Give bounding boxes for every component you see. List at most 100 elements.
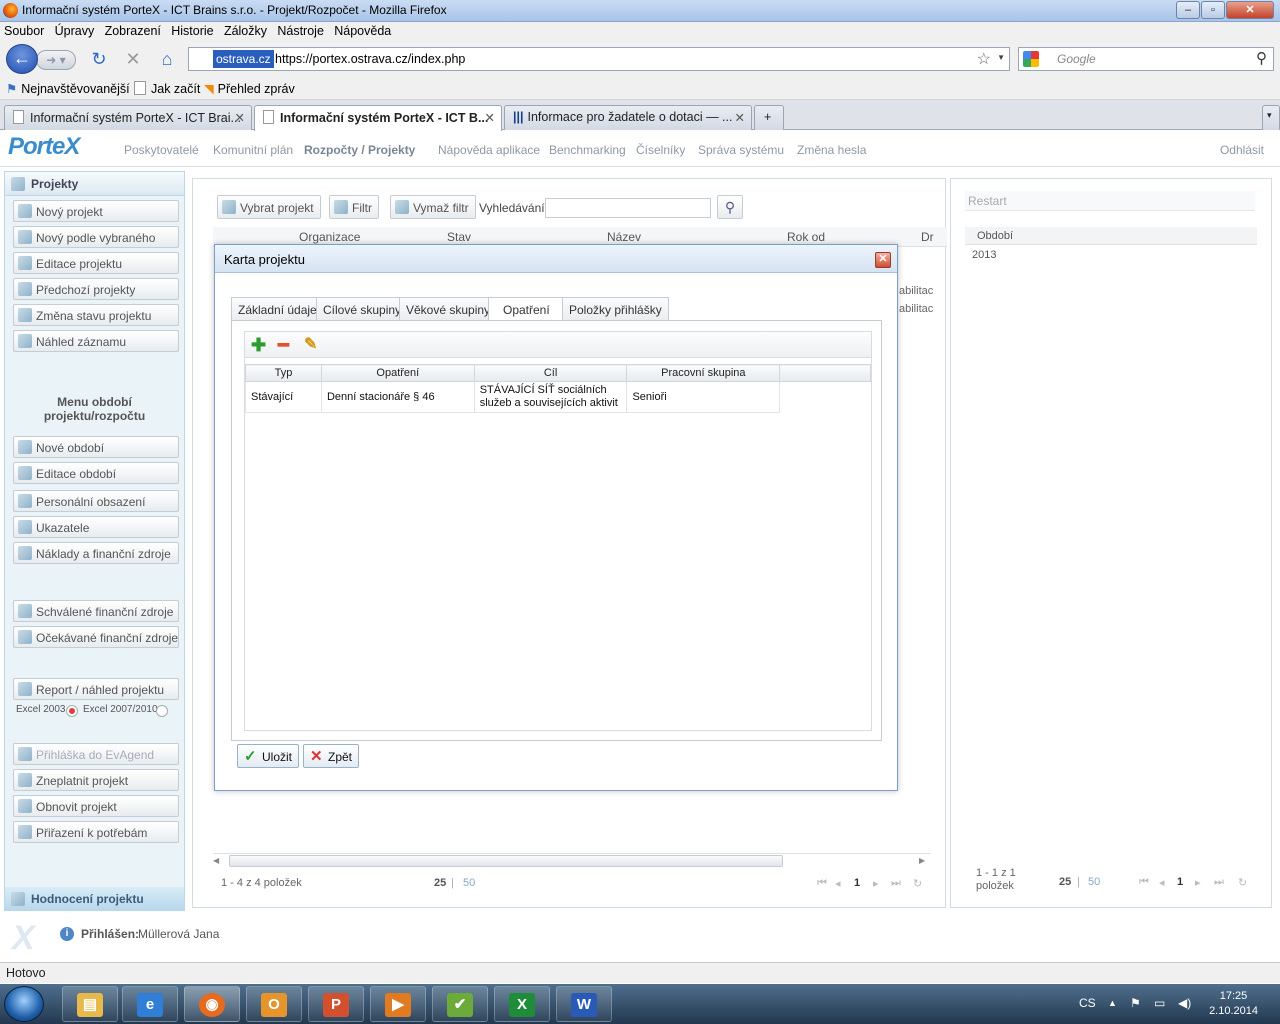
scroll-right-icon[interactable]: ▶ [919, 856, 925, 865]
url-text[interactable]: https://portex.ostrava.cz/index.php [275, 52, 465, 66]
restore-project-button[interactable]: Obnovit projekt [13, 795, 179, 817]
search-icon[interactable]: ⚲ [1256, 49, 1267, 67]
scrollbar-thumb[interactable] [229, 855, 783, 867]
excel-2003-radio[interactable] [66, 705, 78, 717]
back-button[interactable]: ✕ Zpět [303, 744, 360, 768]
tab-target-groups[interactable]: Cílové skupiny [316, 297, 409, 321]
site-identity[interactable]: ostrava.cz [213, 50, 274, 68]
language-indicator[interactable]: CS [1079, 996, 1096, 1010]
approved-funding-button[interactable]: Schválené finanční zdroje [13, 600, 179, 622]
save-button[interactable]: ✓ Uložit [237, 744, 300, 768]
staffing-button[interactable]: Personální obsazení [13, 490, 179, 512]
window-close-button[interactable]: ✕ [1226, 1, 1274, 19]
menu-history[interactable]: Historie [167, 22, 216, 38]
costs-button[interactable]: Náklady a finanční zdroje [13, 542, 179, 564]
clock[interactable]: 17:25 2.10.2014 [1209, 989, 1258, 1019]
taskbar-media[interactable]: ▶ [370, 986, 426, 1022]
network-icon[interactable]: ▭ [1154, 996, 1165, 1010]
tab-age-groups[interactable]: Věkové skupiny [399, 297, 498, 321]
tab-list-button[interactable]: ▾ [1262, 105, 1280, 130]
right-pager-last-icon[interactable]: ⏭ [1214, 876, 1224, 889]
back-button[interactable]: ← [6, 44, 38, 74]
col-working-group[interactable]: Pracovní skupina [626, 364, 781, 382]
cell-goal[interactable]: STÁVAJÍCÍ SÍŤ sociálních služeb a souvis… [473, 381, 628, 413]
change-state-button[interactable]: Změna stavu projektu [13, 304, 179, 326]
nav-providers[interactable]: Poskytovatelé [124, 143, 199, 157]
bookmark-star-icon[interactable]: ☆ [977, 49, 991, 69]
nav-community-plan[interactable]: Komunitní plán [213, 143, 293, 157]
forward-button[interactable]: ➜ ▾ [36, 50, 76, 70]
nav-codebooks[interactable]: Číselníky [636, 143, 685, 157]
pager-first-icon[interactable]: ⏮ [817, 877, 827, 890]
bookmark-news[interactable]: ◥ Přehled zpráv [204, 81, 295, 96]
logout-link[interactable]: Odhlásit [1220, 143, 1264, 157]
menu-tools[interactable]: Nástroje [273, 22, 327, 38]
right-pager-first-icon[interactable]: ⏮ [1139, 876, 1149, 889]
minimize-button[interactable]: – [1176, 1, 1200, 19]
reload-icon[interactable]: ↻ [88, 48, 110, 70]
project-evaluation-section[interactable]: Hodnocení projektu [5, 887, 184, 911]
dialog-close-icon[interactable]: ✕ [875, 252, 891, 268]
remove-icon[interactable]: ━ [278, 335, 289, 355]
select-project-button[interactable]: Vybrat projekt [217, 195, 321, 219]
menu-view[interactable]: Zobrazení [101, 22, 164, 38]
right-pager-next-icon[interactable]: ▸ [1195, 876, 1201, 889]
taskbar-excel[interactable]: X [494, 986, 550, 1022]
tray-expand-icon[interactable]: ▲ [1108, 998, 1117, 1008]
invalidate-project-button[interactable]: Zneplatnit projekt [13, 769, 179, 791]
preview-record-button[interactable]: Náhled záznamu [13, 330, 179, 352]
right-pager-current-page[interactable]: 1 [1177, 876, 1183, 888]
expected-funding-button[interactable]: Očekávané finanční zdroje [13, 626, 179, 648]
cell-working-group[interactable]: Senioři [626, 381, 781, 413]
nav-system-admin[interactable]: Správa systému [698, 143, 784, 157]
action-center-icon[interactable]: ⚑ [1130, 996, 1141, 1010]
restart-button[interactable]: Restart [965, 191, 1255, 211]
search-button[interactable]: ⚲ [717, 195, 743, 219]
taskbar-firefox[interactable]: ◉ [184, 986, 240, 1022]
edit-period-button[interactable]: Editace období [13, 462, 179, 484]
nav-budgets-projects[interactable]: Rozpočty / Projekty [304, 143, 415, 157]
col-name[interactable]: Název [607, 230, 641, 244]
taskbar-word[interactable]: W [556, 986, 612, 1022]
period-value[interactable]: 2013 [972, 249, 996, 261]
bookmark-most-visited[interactable]: ⚑ Nejnavštěvovanější [6, 81, 130, 96]
filter-button[interactable]: Filtr [329, 195, 379, 219]
main-search-input[interactable] [545, 198, 711, 218]
page-size-25[interactable]: 25 [434, 877, 446, 889]
report-button[interactable]: Report / náhled projektu [13, 678, 179, 700]
add-icon[interactable]: ✚ [251, 335, 266, 355]
tab-close-icon[interactable]: ✕ [235, 110, 245, 125]
horizontal-scrollbar[interactable]: ◀ ▶ [213, 853, 931, 869]
browser-tab-1[interactable]: Informační systém PorteX - ICT Brai... ✕ [4, 105, 252, 130]
pager-prev-icon[interactable]: ◂ [835, 877, 841, 890]
pager-refresh-icon[interactable]: ↻ [913, 877, 922, 890]
home-icon[interactable]: ⌂ [156, 48, 178, 70]
volume-icon[interactable]: ◀) [1178, 996, 1191, 1010]
tab-close-icon[interactable]: ✕ [485, 110, 495, 125]
assign-needs-button[interactable]: Přiřazení k potřebám [13, 821, 179, 843]
tab-measures[interactable]: Opatření [488, 297, 565, 322]
new-period-button[interactable]: Nové období [13, 436, 179, 458]
right-page-size-25[interactable]: 25 [1059, 876, 1071, 888]
indicators-button[interactable]: Ukazatele [13, 516, 179, 538]
taskbar-ie[interactable]: e [122, 986, 178, 1022]
col-type[interactable]: Typ [245, 364, 322, 382]
maximize-button[interactable]: ▫ [1201, 1, 1225, 19]
taskbar-explorer[interactable]: ▤ [62, 986, 118, 1022]
previous-projects-button[interactable]: Předchozí projekty [13, 278, 179, 300]
cell-measure[interactable]: Denní stacionáře § 46 [320, 381, 475, 413]
taskbar-outlook[interactable]: O [246, 986, 302, 1022]
url-dropdown-icon[interactable]: ▼ [997, 53, 1005, 62]
col-goal[interactable]: Cíl [473, 364, 628, 382]
menu-edit[interactable]: Úpravy [51, 22, 98, 38]
tab-basic-info[interactable]: Základní údaje [231, 297, 324, 321]
col-state[interactable]: Stav [447, 230, 471, 244]
right-pager-refresh-icon[interactable]: ↻ [1238, 876, 1247, 889]
google-icon[interactable] [1023, 51, 1039, 67]
edit-project-button[interactable]: Editace projektu [13, 252, 179, 274]
taskbar-app[interactable]: ✔ [432, 986, 488, 1022]
new-project-button[interactable]: Nový projekt [13, 200, 179, 222]
bookmark-getting-started[interactable]: Jak začít [134, 81, 200, 96]
pager-last-icon[interactable]: ⏭ [891, 877, 901, 890]
url-bar[interactable]: ostrava.cz https://portex.ostrava.cz/ind… [188, 47, 1010, 71]
